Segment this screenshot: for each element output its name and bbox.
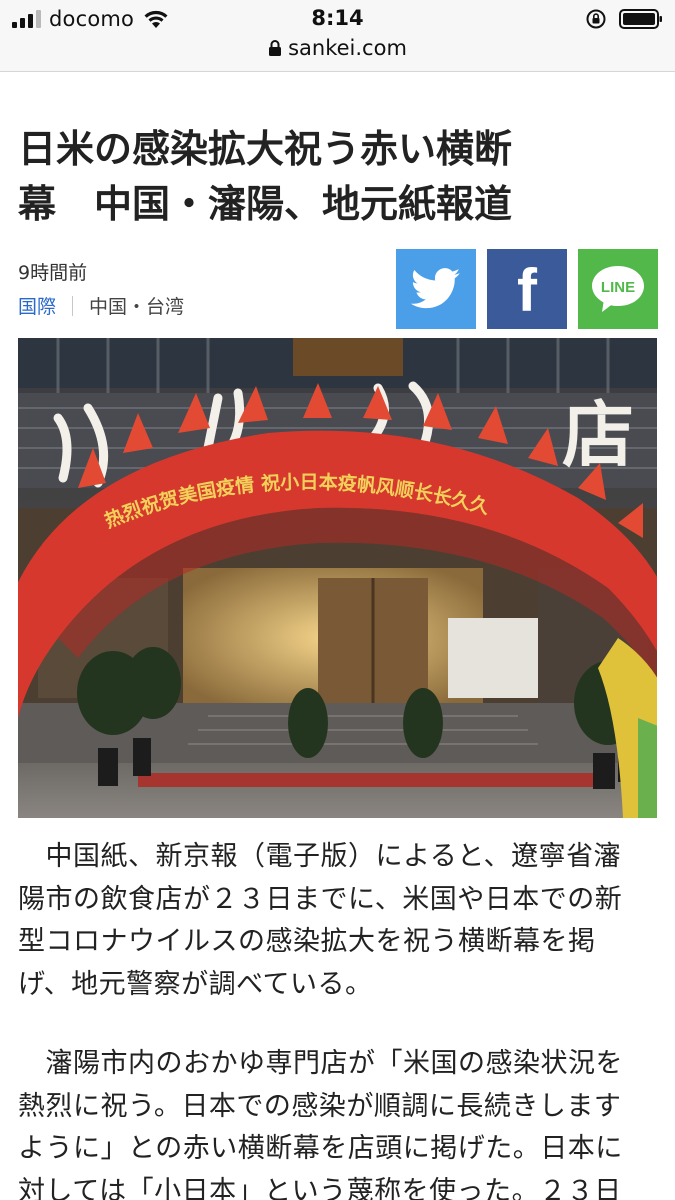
facebook-share-button[interactable]: f <box>487 249 567 329</box>
battery-icon <box>619 9 662 29</box>
address-bar[interactable]: sankei.com <box>0 34 675 62</box>
category-divider <box>72 295 74 316</box>
svg-text:LINE: LINE <box>601 279 635 296</box>
category-breadcrumb: 国際 中国・台湾 <box>18 292 184 319</box>
line-icon: LINE <box>592 266 644 312</box>
status-bar: docomo 8:14 sankei.com <box>0 0 675 72</box>
article-paragraph-2: 瀋陽市内のおかゆ専門店が「米国の感染状況を 熱烈に祝う。日本での感染が順調に長続… <box>18 1048 623 1200</box>
padlock-icon <box>269 40 282 56</box>
line-share-button[interactable]: LINE <box>578 249 658 329</box>
twitter-share-button[interactable] <box>396 249 476 329</box>
article-photo: 店 热烈祝贺美国疫情 祝小日本疫帆风顺长长久久 <box>18 338 657 818</box>
url-text: sankei.com <box>288 36 407 60</box>
status-right <box>585 6 663 32</box>
rotation-lock-icon <box>586 9 606 29</box>
status-time: 8:14 <box>311 6 364 30</box>
subcategory-label[interactable]: 中国・台湾 <box>89 292 184 319</box>
article-title: 日米の感染拡大祝う赤い横断 幕 中国・瀋陽、地元紙報道 <box>18 127 513 226</box>
facebook-icon: f <box>517 261 538 317</box>
twitter-bird-icon <box>411 268 461 309</box>
svg-text:店: 店 <box>562 392 634 477</box>
svg-text:f: f <box>517 261 538 317</box>
category-link[interactable]: 国際 <box>18 292 56 319</box>
article-time: 9時間前 <box>18 262 88 284</box>
article-paragraph-1: 中国紙、新京報（電子版）によると、遼寧省瀋 陽市の飲食店が２３日までに、米国や日… <box>18 841 623 1000</box>
restaurant-banner-photo: 店 热烈祝贺美国疫情 祝小日本疫帆风顺长长久久 <box>18 338 657 818</box>
